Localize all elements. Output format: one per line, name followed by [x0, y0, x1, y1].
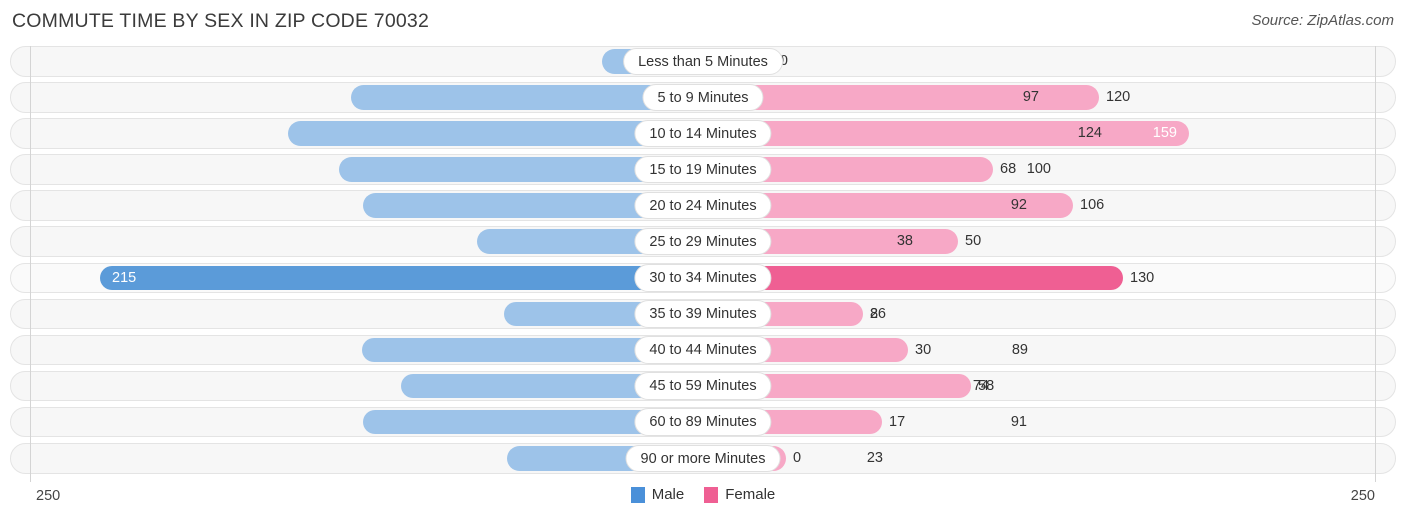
- category-label: 60 to 89 Minutes: [634, 408, 772, 436]
- table-row[interactable]: 300Less than 5 Minutes: [0, 46, 1406, 77]
- bar-value-male: 89: [1011, 341, 1028, 358]
- bar-value-female: 68: [1000, 161, 1017, 178]
- legend-item-male[interactable]: Male: [630, 486, 685, 503]
- chart-page: COMMUTE TIME BY SEX IN ZIP CODE 70032 So…: [0, 0, 1406, 523]
- bar-value-male: 23: [866, 450, 883, 467]
- category-label: 25 to 29 Minutes: [634, 227, 772, 256]
- category-label: 90 or more Minutes: [625, 444, 781, 473]
- page-title: COMMUTE TIME BY SEX IN ZIP CODE 70032: [12, 10, 430, 32]
- source-attribution: Source: ZipAtlas.com: [1251, 12, 1394, 29]
- bar-value-male: 91: [1010, 413, 1027, 430]
- category-label: 35 to 39 Minutes: [634, 300, 772, 328]
- table-row[interactable]: 38 50 25 to 29 Minutes: [0, 226, 1406, 257]
- bar-male[interactable]: [100, 265, 703, 291]
- table-row[interactable]: 23 0 90 or more Minutes: [0, 443, 1406, 474]
- bar-female[interactable]: [703, 121, 1189, 146]
- legend-swatch-female-icon: [704, 486, 719, 503]
- table-row[interactable]: 92 106 20 to 24 Minutes: [0, 190, 1406, 221]
- category-label: 45 to 59 Minutes: [634, 372, 772, 400]
- category-label: 40 to 44 Minutes: [634, 336, 772, 364]
- category-label: 15 to 19 Minutes: [634, 155, 772, 184]
- legend-swatch-male-icon: [630, 486, 645, 503]
- bar-value-male: 215: [112, 269, 137, 286]
- bar-value-female: 58: [978, 377, 995, 394]
- chart-footer: 250 250 Male Female: [0, 486, 1406, 523]
- bar-value-male: 92: [1010, 197, 1027, 214]
- chart-legend: Male Female: [0, 486, 1406, 503]
- table-row[interactable]: 100 68 15 to 19 Minutes: [0, 154, 1406, 185]
- table-row[interactable]: 124 159 10 to 14 Minutes: [0, 118, 1406, 149]
- bar-value-female: 130: [1130, 269, 1155, 286]
- chart-plot-area: 300Less than 5 Minutes971205 to 9 Minute…: [0, 46, 1406, 486]
- legend-label-male: Male: [651, 486, 685, 503]
- chart-header: COMMUTE TIME BY SEX IN ZIP CODE 70032 So…: [0, 0, 1406, 44]
- bar-value-female: 17: [889, 413, 906, 430]
- table-row[interactable]: 97 120 5 to 9 Minutes: [0, 82, 1406, 113]
- bar-value-female: 8: [870, 305, 879, 322]
- category-label: 5 to 9 Minutes: [642, 83, 764, 112]
- bar-rows: 300Less than 5 Minutes971205 to 9 Minute…: [0, 46, 1406, 486]
- axis-line-left: [30, 46, 31, 482]
- bar-value-male: 124: [1077, 125, 1102, 142]
- bar-value-female: 106: [1080, 197, 1105, 214]
- table-row[interactable]: 91 17 60 to 89 Minutes: [0, 406, 1406, 438]
- bar-value-female: 159: [1152, 125, 1177, 142]
- table-row[interactable]: 74 58 45 to 59 Minutes: [0, 370, 1406, 402]
- axis-line-right: [1375, 46, 1376, 482]
- category-label: Less than 5 Minutes: [623, 47, 783, 75]
- bar-value-male: 38: [896, 233, 913, 250]
- bar-value-male: 100: [1026, 161, 1051, 178]
- category-label: 30 to 34 Minutes: [634, 264, 772, 292]
- legend-label-female: Female: [725, 486, 776, 503]
- category-label: 10 to 14 Minutes: [634, 119, 772, 148]
- category-label: 20 to 24 Minutes: [634, 191, 772, 220]
- bar-value-female: 0: [793, 450, 802, 467]
- bar-value-female: 50: [965, 233, 982, 250]
- table-row[interactable]: 89 30 40 to 44 Minutes: [0, 334, 1406, 366]
- table-row[interactable]: 26 8 35 to 39 Minutes: [0, 298, 1406, 330]
- bar-value-female: 120: [1106, 89, 1131, 106]
- bar-value-male: 97: [1022, 89, 1039, 106]
- bar-value-female: 30: [915, 341, 932, 358]
- table-row[interactable]: 215 130 30 to 34 Minutes: [0, 262, 1406, 294]
- legend-item-female[interactable]: Female: [704, 486, 775, 503]
